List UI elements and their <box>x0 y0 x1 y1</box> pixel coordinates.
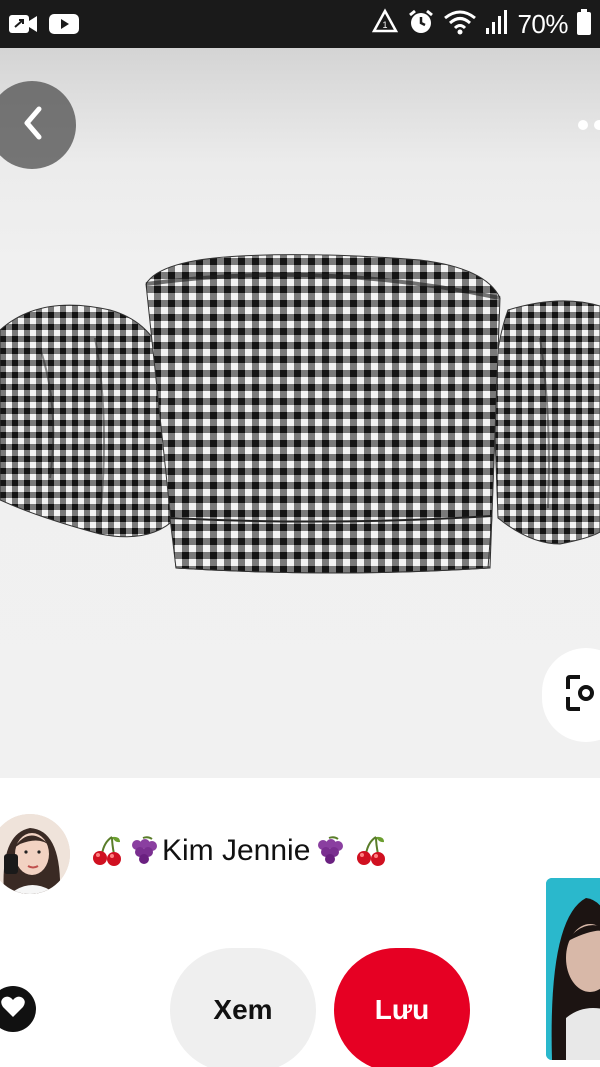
cherry-icon <box>354 834 388 868</box>
lens-scan-icon <box>566 671 596 720</box>
chevron-left-icon <box>17 103 47 148</box>
pin-detail-screen: 1 70% Kim Jennie Xem Lưu <box>0 0 600 1067</box>
view-button[interactable]: Xem <box>170 948 316 1067</box>
react-button[interactable] <box>0 986 36 1032</box>
creator-name-text: Kim Jennie <box>162 834 311 867</box>
video-call-icon <box>8 12 38 41</box>
alarm-icon <box>407 8 435 41</box>
pagination-dots <box>578 120 600 130</box>
gingham-crop-top-image <box>0 254 600 574</box>
battery-percent: 70% <box>517 9 568 39</box>
status-right-icons: 1 70% <box>371 8 592 41</box>
page-dot <box>594 120 600 130</box>
wifi-icon <box>443 8 477 41</box>
grapes-icon <box>126 834 160 868</box>
svg-text:1: 1 <box>383 20 388 30</box>
creator-row[interactable]: Kim Jennie <box>0 810 600 900</box>
avatar[interactable] <box>0 814 70 894</box>
status-bar: 1 70% <box>0 0 600 48</box>
data-saver-icon: 1 <box>371 8 399 41</box>
battery-icon <box>576 8 592 41</box>
signal-icon <box>485 8 509 41</box>
page-dot-active <box>578 120 588 130</box>
grapes-icon <box>312 834 346 868</box>
related-pin-thumbnail[interactable] <box>546 878 600 1060</box>
pin-image[interactable] <box>0 48 600 778</box>
cherry-icon <box>90 834 124 868</box>
save-button[interactable]: Lưu <box>334 948 470 1067</box>
status-left-icons <box>8 12 80 41</box>
youtube-icon <box>48 12 80 41</box>
heart-icon <box>0 995 26 1024</box>
creator-name[interactable]: Kim Jennie <box>90 834 388 868</box>
